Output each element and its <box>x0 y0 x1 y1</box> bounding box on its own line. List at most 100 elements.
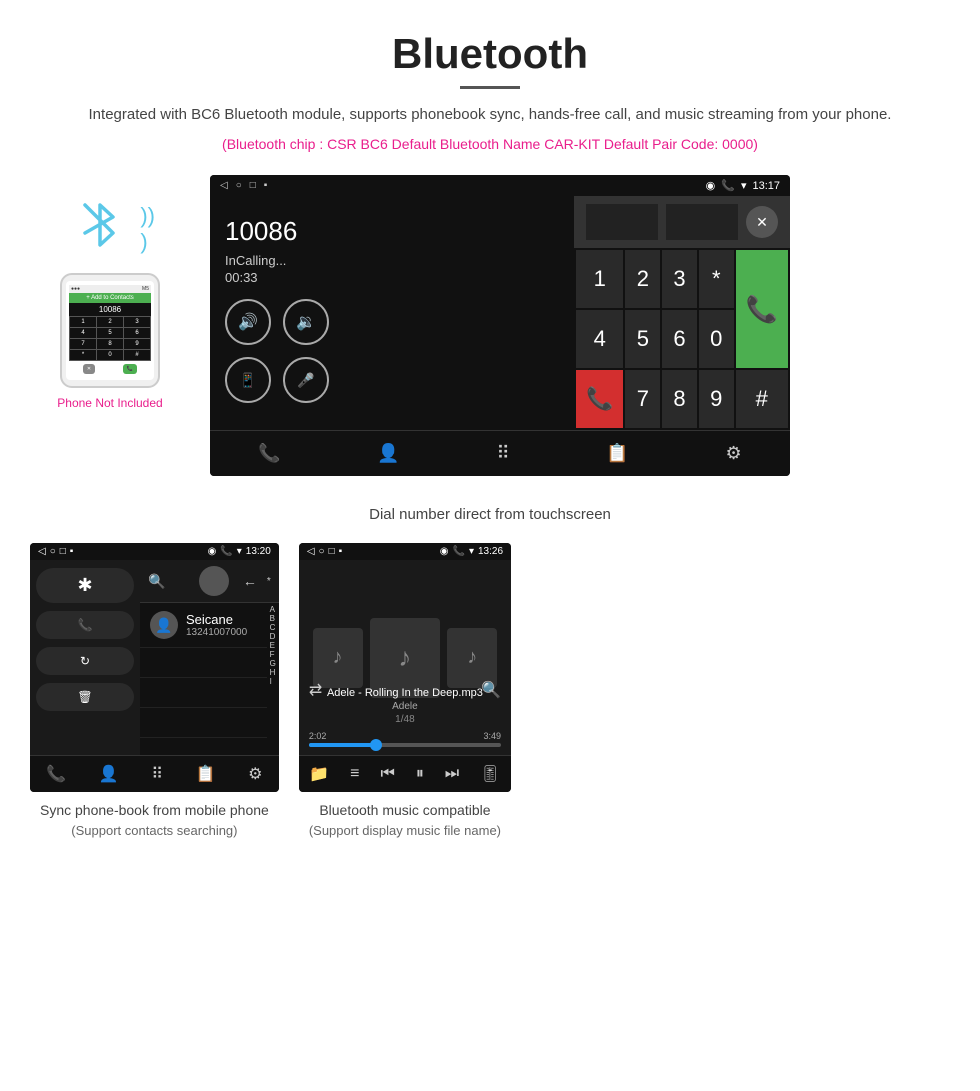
music-wifi-icon: ▾ <box>469 546 474 557</box>
pb-search-icon[interactable]: 🔍 <box>148 573 165 590</box>
wifi-icon: ▾ <box>741 179 747 192</box>
pb-content: ✱ 📞 ↻ 🗑 🔍 ← * <box>30 560 279 755</box>
music-progress-fill <box>309 743 376 747</box>
music-screenshot: ◁ ○ □ ▪ ◉ 📞 ▾ 13:26 ♪ ♪ ♪ ⇄ 🔍 Adele - Ro… <box>299 543 511 792</box>
call-info-panel: 10086 InCalling... 00:33 🔊 🔉 📱 🎤 <box>210 196 374 430</box>
numpad-9[interactable]: 9 <box>699 370 734 428</box>
backspace-button[interactable]: ✕ <box>746 206 778 238</box>
dial-wrapper: 10086 InCalling... 00:33 🔊 🔉 📱 🎤 ✕ <box>210 196 790 430</box>
music-track-name: Adele - Rolling In the Deep.mp3 <box>299 687 511 699</box>
pb-sync-button[interactable]: ↻ <box>36 647 134 675</box>
music-artist: Adele <box>299 701 511 712</box>
numpad-7[interactable]: 7 <box>625 370 660 428</box>
numpad-4[interactable]: 4 <box>576 310 623 368</box>
pb-recents-icon: □ <box>60 546 66 557</box>
pb-sort-circle[interactable] <box>199 566 229 596</box>
pb-empty-row-2 <box>140 678 267 708</box>
transfer-tab-icon[interactable]: 📋 <box>606 443 628 464</box>
home-nav-icon[interactable]: ○ <box>236 180 242 191</box>
numpad-star[interactable]: * <box>699 250 734 308</box>
pb-empty-row-1 <box>140 648 267 678</box>
music-progress-bar[interactable] <box>309 743 501 747</box>
pb-contact-list: 🔍 ← * 👤 Seicane 13241007000 <box>140 560 279 755</box>
notification-icon: ▪ <box>264 180 268 191</box>
pb-bluetooth-icon[interactable]: ✱ <box>36 568 134 603</box>
contacts-tab-icon[interactable]: 👤 <box>377 443 399 464</box>
music-track-info: Adele - Rolling In the Deep.mp3 Adele 1/… <box>299 687 511 725</box>
numpad-2[interactable]: 2 <box>625 250 660 308</box>
numpad-8[interactable]: 8 <box>662 370 697 428</box>
music-caption-sub: (Support display music file name) <box>309 821 501 841</box>
phone-not-included-label: Phone Not Included <box>57 396 162 410</box>
dial-display <box>586 204 658 240</box>
numpad-6[interactable]: 6 <box>662 310 697 368</box>
pb-location-icon: ◉ <box>208 546 217 557</box>
music-section: ◁ ○ □ ▪ ◉ 📞 ▾ 13:26 ♪ ♪ ♪ ⇄ 🔍 Adele - Ro… <box>299 543 511 849</box>
call-extra-buttons: 📱 🎤 <box>225 357 359 403</box>
bottom-row: ◁ ○ □ ▪ ◉ 📞 ▾ 13:20 ✱ 📞 ↻ 🗑 <box>0 543 980 849</box>
numpad-hash[interactable]: # <box>736 370 788 428</box>
bluetooth-icon-container: ))) <box>75 195 145 265</box>
volume-down-button[interactable]: 🔉 <box>283 299 329 345</box>
pb-contacts: 👤 Seicane 13241007000 <box>140 603 267 738</box>
transfer-button[interactable]: 📱 <box>225 357 271 403</box>
music-time: 13:26 <box>478 546 503 557</box>
music-eq-icon[interactable]: 🎚 <box>480 764 500 784</box>
music-play-pause-icon[interactable]: ⏸ <box>416 765 424 783</box>
pb-contact-item[interactable]: 👤 Seicane 13241007000 <box>140 603 267 648</box>
settings-tab-icon[interactable]: ⚙ <box>725 443 741 464</box>
pb-delete-button[interactable]: 🗑 <box>36 683 134 711</box>
main-section: ))) ●●●M5 + Add to Contacts 10086 123 45… <box>0 175 980 476</box>
music-recents-icon: □ <box>329 546 335 557</box>
numpad-panel: ✕ 1 2 3 * 📞 4 5 6 0 📞 7 8 9 # <box>574 196 790 430</box>
dialpad-tab-icon[interactable]: ⠿ <box>497 443 510 464</box>
volume-up-button[interactable]: 🔊 <box>225 299 271 345</box>
pb-back-arrow-icon[interactable]: ← <box>243 573 257 589</box>
numpad-0[interactable]: 0 <box>699 310 734 368</box>
phonebook-section: ◁ ○ □ ▪ ◉ 📞 ▾ 13:20 ✱ 📞 ↻ 🗑 <box>30 543 279 849</box>
music-progress-dot <box>370 739 382 751</box>
pb-bottom-phone-icon[interactable]: 📞 <box>46 764 66 784</box>
mute-button[interactable]: 🎤 <box>283 357 329 403</box>
dial-display-2 <box>666 204 738 240</box>
music-total-time: 3:49 <box>483 731 501 741</box>
bluetooth-symbol-icon <box>75 195 125 255</box>
numpad-3[interactable]: 3 <box>662 250 697 308</box>
pb-bottom-contact-icon[interactable]: 👤 <box>99 764 119 784</box>
pb-status-bar: ◁ ○ □ ▪ ◉ 📞 ▾ 13:20 <box>30 543 279 560</box>
pb-search-row: 🔍 ← * <box>140 560 279 603</box>
numpad-1[interactable]: 1 <box>576 250 623 308</box>
phone-frame: ●●●M5 + Add to Contacts 10086 123 456 78… <box>60 273 160 388</box>
call-icon: 📞 <box>721 179 735 192</box>
music-playlist-icon[interactable]: ≡ <box>350 765 359 783</box>
pb-bottom-settings-icon[interactable]: ⚙ <box>248 764 262 784</box>
pb-bottom-dialpad-icon[interactable]: ⠿ <box>151 764 163 784</box>
music-album-art-left: ♪ <box>313 628 363 688</box>
music-album-art-center: ♪ <box>370 618 440 698</box>
call-end-button[interactable]: 📞 <box>576 370 623 428</box>
music-index: 1/48 <box>299 714 511 725</box>
numpad-5[interactable]: 5 <box>625 310 660 368</box>
android-dial-screen: ◁ ○ □ ▪ ◉ 📞 ▾ 13:17 10086 InCalling... 0… <box>210 175 790 476</box>
pb-contact-avatar: 👤 <box>150 611 178 639</box>
android-bottom-bar: 📞 👤 ⠿ 📋 ⚙ <box>210 430 790 476</box>
pb-call-button[interactable]: 📞 <box>36 611 134 639</box>
phonebook-screenshot: ◁ ○ □ ▪ ◉ 📞 ▾ 13:20 ✱ 📞 ↻ 🗑 <box>30 543 279 792</box>
page-header: Bluetooth Integrated with BC6 Bluetooth … <box>0 0 980 175</box>
call-answer-button[interactable]: 📞 <box>736 250 788 368</box>
pb-bottom-transfer-icon[interactable]: 📋 <box>196 764 216 784</box>
music-folder-icon[interactable]: 📁 <box>309 764 329 784</box>
pb-notif-icon: ▪ <box>70 546 74 557</box>
numpad-grid: 1 2 3 * 📞 4 5 6 0 📞 7 8 9 # <box>574 248 790 430</box>
phonebook-caption: Sync phone-book from mobile phone (Suppo… <box>30 792 279 849</box>
back-nav-icon[interactable]: ◁ <box>220 180 228 191</box>
pb-time: 13:20 <box>246 546 271 557</box>
recents-nav-icon[interactable]: □ <box>250 180 256 191</box>
music-content: ♪ ♪ ♪ ⇄ 🔍 Adele - Rolling In the Deep.mp… <box>299 560 511 755</box>
phonebook-caption-text: Sync phone-book from mobile phone <box>40 802 269 818</box>
music-prev-icon[interactable]: ⏮ <box>380 765 394 783</box>
music-next-icon[interactable]: ⏭ <box>445 765 459 783</box>
music-location-icon: ◉ <box>440 546 449 557</box>
phone-tab-icon[interactable]: 📞 <box>258 443 280 464</box>
music-time-row: 2:02 3:49 <box>309 731 501 741</box>
